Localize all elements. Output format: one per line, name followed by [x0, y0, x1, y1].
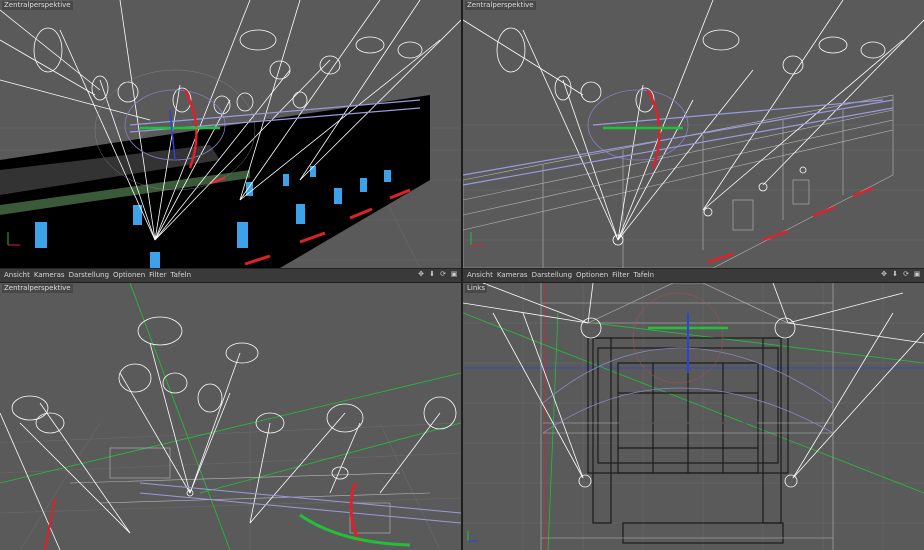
move-icon[interactable]: ✥ — [417, 270, 425, 278]
viewport-label: Zentralperspektive — [2, 1, 73, 10]
viewport-bottom-left-scene — [0, 283, 461, 550]
viewport-top-right-scene — [463, 0, 924, 268]
menu-darstellung[interactable]: Darstellung — [69, 270, 109, 281]
viewport-label: Zentralperspektive — [465, 1, 536, 10]
menu-ansicht[interactable]: Ansicht — [467, 270, 493, 281]
viewport-menubar-left: Ansicht Kameras Darstellung Optionen Fil… — [0, 268, 461, 283]
viewport-bottom-left[interactable]: Zentralperspektive — [0, 283, 461, 550]
menu-filter[interactable]: Filter — [612, 270, 629, 281]
refresh-icon[interactable]: ⟳ — [902, 270, 910, 278]
viewport-top-left-scene — [0, 0, 461, 268]
menu-tafeln[interactable]: Tafeln — [633, 270, 654, 281]
viewport-top-right[interactable]: Zentralperspektive — [463, 0, 924, 268]
arrow-down-icon[interactable]: ⬇ — [428, 270, 436, 278]
menu-optionen[interactable]: Optionen — [113, 270, 145, 281]
maximize-icon[interactable]: ▣ — [450, 270, 458, 278]
viewport-top-left[interactable]: Zentralperspektive — [0, 0, 461, 268]
menu-kameras[interactable]: Kameras — [497, 270, 528, 281]
refresh-icon[interactable]: ⟳ — [439, 270, 447, 278]
viewport-bottom-right[interactable]: Links — [463, 283, 924, 550]
menu-kameras[interactable]: Kameras — [34, 270, 65, 281]
menu-tafeln[interactable]: Tafeln — [170, 270, 191, 281]
viewport-bottom-right-scene — [463, 283, 924, 550]
menu-filter[interactable]: Filter — [149, 270, 166, 281]
viewport-divider-vertical[interactable] — [461, 0, 463, 550]
move-icon[interactable]: ✥ — [880, 270, 888, 278]
maximize-icon[interactable]: ▣ — [913, 270, 921, 278]
arrow-down-icon[interactable]: ⬇ — [891, 270, 899, 278]
menu-optionen[interactable]: Optionen — [576, 270, 608, 281]
menu-darstellung[interactable]: Darstellung — [532, 270, 572, 281]
menu-ansicht[interactable]: Ansicht — [4, 270, 30, 281]
viewport-label: Links — [465, 284, 487, 293]
viewport-divider-horizontal[interactable] — [0, 282, 924, 283]
viewport-label: Zentralperspektive — [2, 284, 73, 293]
viewport-menubar-right: Ansicht Kameras Darstellung Optionen Fil… — [463, 268, 924, 283]
